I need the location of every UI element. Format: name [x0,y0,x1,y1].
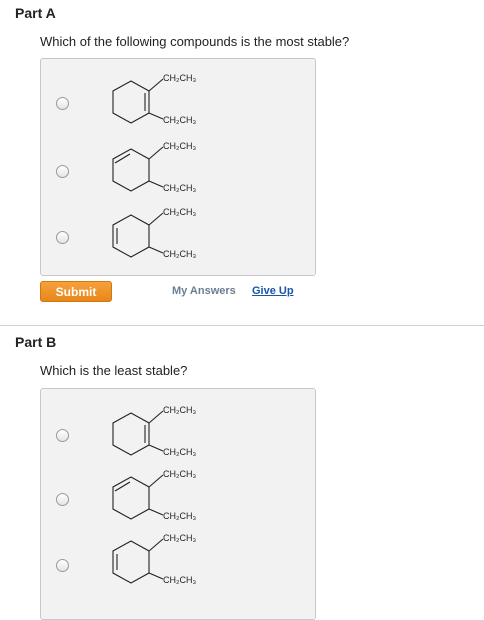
part-b-title: Part B [15,334,57,350]
submit-button[interactable]: Submit [40,281,112,302]
bottom-substituent-label: CH₂CH₃ [163,115,196,125]
part-a-choices-box: CH₂CH₃ CH₂CH₃ CH₂CH₃ CH₂CH₃ CH₂CH₃ CH₂CH… [40,58,316,276]
molecule-diagram: CH₂CH₃ CH₂CH₃ [112,73,196,125]
part-a-choice-3[interactable]: CH₂CH₃ CH₂CH₃ [41,201,315,271]
my-answers-link[interactable]: My Answers [172,285,236,297]
top-substituent-label: CH₂CH₃ [163,533,196,543]
radio-button[interactable] [56,231,69,244]
bottom-substituent-label: CH₂CH₃ [163,575,196,585]
radio-button[interactable] [56,559,69,572]
radio-button[interactable] [56,493,69,506]
molecule-diagram: CH₂CH₃ CH₂CH₃ [112,405,196,457]
part-a-choice-2[interactable]: CH₂CH₃ CH₂CH₃ [41,135,315,205]
part-b-question: Which is the least stable? [40,363,188,378]
top-substituent-label: CH₂CH₃ [163,469,196,479]
give-up-link[interactable]: Give Up [252,285,294,297]
top-substituent-label: CH₂CH₃ [163,141,196,151]
part-b-choice-3[interactable]: CH₂CH₃ CH₂CH₃ [41,527,315,597]
molecule-diagram: CH₂CH₃ CH₂CH₃ [112,469,196,521]
bottom-substituent-label: CH₂CH₃ [163,249,196,259]
radio-button[interactable] [56,429,69,442]
top-substituent-label: CH₂CH₃ [163,73,196,83]
top-substituent-label: CH₂CH₃ [163,405,196,415]
bottom-substituent-label: CH₂CH₃ [163,183,196,193]
radio-button[interactable] [56,97,69,110]
bottom-substituent-label: CH₂CH₃ [163,447,196,457]
section-divider [0,325,484,326]
part-b-choice-2[interactable]: CH₂CH₃ CH₂CH₃ [41,463,315,533]
molecule-diagram: CH₂CH₃ CH₂CH₃ [112,207,196,259]
molecule-diagram: CH₂CH₃ CH₂CH₃ [112,533,196,585]
molecule-diagram: CH₂CH₃ CH₂CH₃ [112,141,196,193]
part-a-title: Part A [15,5,56,21]
part-b-choice-1[interactable]: CH₂CH₃ CH₂CH₃ [41,399,315,469]
bottom-substituent-label: CH₂CH₃ [163,511,196,521]
part-b-choices-box: CH₂CH₃ CH₂CH₃ CH₂CH₃ CH₂CH₃ CH₂CH₃ CH₂CH… [40,388,316,620]
top-substituent-label: CH₂CH₃ [163,207,196,217]
part-a-question: Which of the following compounds is the … [40,34,350,49]
part-a-choice-1[interactable]: CH₂CH₃ CH₂CH₃ [41,67,315,137]
radio-button[interactable] [56,165,69,178]
